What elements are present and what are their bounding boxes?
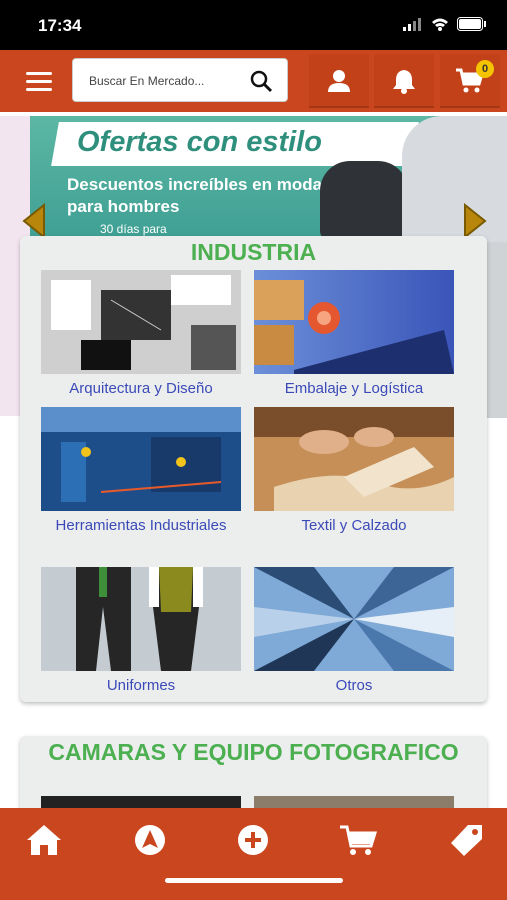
- cart-badge: 0: [476, 60, 494, 78]
- search-icon[interactable]: [249, 69, 273, 93]
- home-indicator: [165, 878, 343, 883]
- category-otros[interactable]: Otros: [254, 567, 454, 697]
- promo-banner[interactable]: Ofertas con estilo Descuentos increíbles…: [30, 116, 507, 242]
- category-embalaje[interactable]: Embalaje y Logística: [254, 270, 454, 400]
- category-label: Arquitectura y Diseño: [69, 380, 213, 397]
- account-button[interactable]: [309, 54, 369, 108]
- carousel-next-slide: [487, 242, 507, 418]
- category-uniformes[interactable]: Uniformes: [41, 567, 241, 697]
- section-title: INDUSTRIA: [190, 239, 317, 265]
- signal-icon: [403, 17, 421, 31]
- category-arquitectura[interactable]: Arquitectura y Diseño: [41, 270, 241, 400]
- category-image: [41, 270, 241, 374]
- category-herramientas[interactable]: Herramientas Industriales: [41, 407, 241, 537]
- status-icons: [403, 17, 487, 31]
- carousel-next-arrow-icon[interactable]: [461, 202, 489, 240]
- category-label: Otros: [335, 677, 373, 694]
- top-bar: Buscar En Mercado... 0: [0, 50, 507, 112]
- tag-icon[interactable]: [446, 822, 486, 858]
- search-input[interactable]: Buscar En Mercado...: [72, 58, 288, 102]
- backpack-image: [320, 161, 408, 241]
- category-label: Embalaje y Logística: [284, 380, 424, 397]
- user-icon: [328, 70, 350, 92]
- bottom-nav: [0, 808, 507, 900]
- cart-button[interactable]: 0: [440, 54, 500, 108]
- industria-section: INDUSTRIA Arquitectura y Diseño Embalaje…: [20, 236, 487, 702]
- shirt-image: [402, 116, 507, 242]
- notifications-button[interactable]: [374, 54, 434, 108]
- menu-icon[interactable]: [26, 72, 52, 92]
- section-title: CAMARAS Y EQUIPO FOTOGRAFICO: [48, 739, 459, 765]
- category-label: Uniformes: [106, 677, 176, 694]
- category-label: Herramientas Industriales: [55, 517, 227, 534]
- category-image: [254, 407, 454, 511]
- cart-icon[interactable]: [338, 822, 378, 858]
- category-image: [41, 407, 241, 511]
- category-textil[interactable]: Textil y Calzado: [254, 407, 454, 537]
- banner-subtitle: Descuentos increíbles en moda para hombr…: [67, 175, 323, 216]
- battery-icon: [457, 17, 486, 31]
- navigate-icon[interactable]: [130, 822, 170, 858]
- category-image: [254, 567, 454, 671]
- banner-small-text: 30 días para: [100, 222, 167, 236]
- category-image: [254, 270, 454, 374]
- status-time: 17:34: [38, 16, 82, 35]
- status-bar: 17:34: [0, 0, 507, 50]
- home-icon[interactable]: [24, 822, 64, 858]
- category-image: [41, 567, 241, 671]
- search-placeholder: Buscar En Mercado...: [89, 74, 205, 88]
- category-label: Textil y Calzado: [301, 517, 407, 534]
- wifi-icon: [432, 18, 448, 31]
- add-icon[interactable]: [233, 822, 273, 858]
- banner-title: Ofertas con estilo: [77, 126, 322, 158]
- carousel-prev-arrow-icon[interactable]: [20, 202, 48, 240]
- bell-icon: [393, 70, 415, 94]
